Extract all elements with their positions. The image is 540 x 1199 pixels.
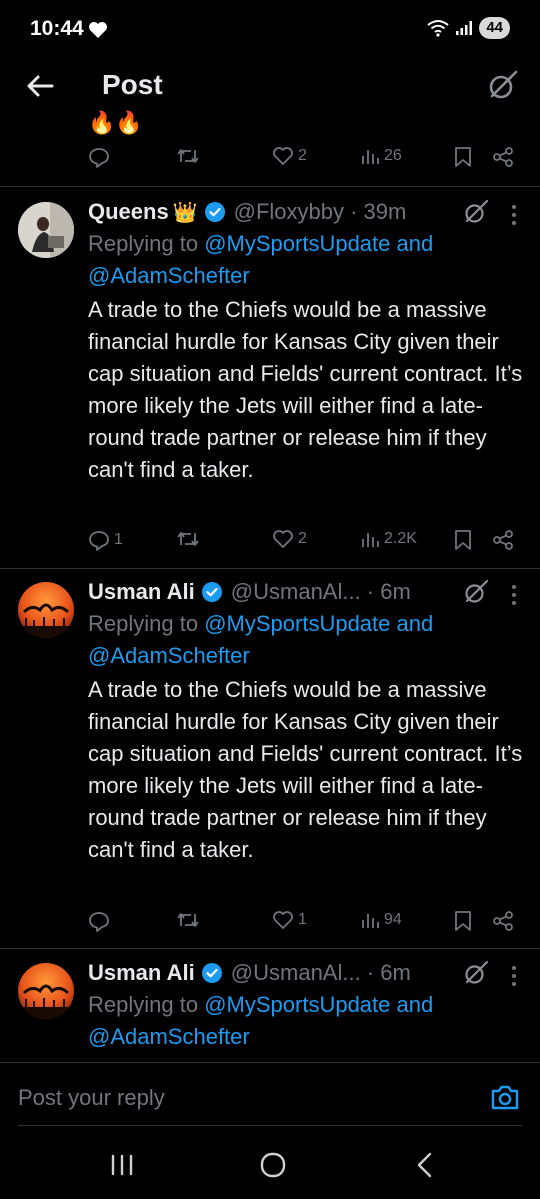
handle-and-time: @Floxybby · 39m — [233, 199, 407, 224]
previous-tweet-emoji: 🔥🔥 — [88, 110, 143, 135]
battery-indicator: 44 — [479, 17, 510, 39]
repost-button[interactable] — [176, 529, 204, 549]
divider — [0, 948, 540, 949]
avatar[interactable] — [18, 582, 74, 638]
back-arrow-icon[interactable] — [24, 70, 56, 102]
like-count: 2 — [298, 530, 307, 547]
reply-icon — [89, 148, 109, 168]
like-button[interactable]: 2 — [272, 529, 307, 549]
post-header: Post — [0, 60, 540, 122]
avatar[interactable] — [18, 202, 74, 258]
grok-icon[interactable] — [462, 198, 490, 226]
like-count: 2 — [298, 147, 307, 164]
divider — [0, 568, 540, 569]
avatar-photo — [18, 202, 74, 258]
signal-icon — [456, 21, 473, 35]
grok-icon[interactable] — [462, 578, 490, 606]
views-count: 26 — [384, 147, 402, 164]
like-icon — [273, 530, 293, 548]
views-icon — [362, 533, 379, 547]
repost-icon — [177, 532, 199, 546]
avatar[interactable] — [18, 963, 74, 1019]
reply-button[interactable] — [88, 146, 114, 168]
views-icon — [362, 150, 379, 164]
tweet-header: Usman Ali @UsmanAl... · 6m — [88, 576, 411, 608]
views-count: 2.2K — [384, 530, 417, 547]
share-icon[interactable] — [492, 529, 514, 551]
like-icon — [273, 147, 293, 165]
reply-input[interactable]: Post your reply — [18, 1085, 165, 1111]
page-title: Post — [102, 69, 163, 100]
like-button[interactable]: 2 — [272, 146, 307, 166]
views-button[interactable]: 94 — [360, 910, 402, 930]
like-button[interactable]: 1 — [272, 910, 307, 930]
reply-button[interactable]: 1 — [88, 529, 123, 551]
repost-icon — [177, 913, 199, 927]
verified-icon — [201, 963, 222, 983]
tweet-text: A trade to the Chiefs would be a massive… — [88, 297, 523, 482]
tweet-header: Queens 👑 @Floxybby · 39m — [88, 196, 406, 228]
replying-to: Replying to @MySportsUpdate and @AdamSch… — [88, 608, 508, 672]
camera-icon[interactable] — [490, 1083, 520, 1111]
reply-icon — [89, 912, 109, 932]
avatar-photo — [18, 582, 74, 638]
system-nav-bar — [0, 1126, 540, 1199]
reply-button[interactable] — [88, 910, 114, 932]
divider — [0, 186, 540, 187]
replying-prefix: Replying to — [88, 231, 199, 256]
bookmark-icon[interactable] — [454, 146, 472, 168]
handle-and-time: @UsmanAl... · 6m — [230, 960, 411, 985]
handle-and-time: @UsmanAl... · 6m — [230, 579, 411, 604]
reply-icon — [89, 531, 109, 551]
wifi-icon — [427, 20, 449, 37]
crown-emoji: 👑 — [172, 201, 198, 224]
bookmark-icon[interactable] — [454, 910, 472, 932]
reply-count: 1 — [114, 531, 123, 548]
status-bar: 10:44 44 — [0, 0, 540, 60]
home-icon[interactable] — [260, 1152, 286, 1178]
views-count: 94 — [384, 911, 402, 928]
more-icon[interactable] — [510, 965, 518, 987]
replying-to: Replying to @MySportsUpdate and @AdamSch… — [88, 989, 508, 1053]
views-button[interactable]: 2.2K — [360, 529, 417, 549]
views-icon — [362, 914, 379, 928]
grok-icon[interactable] — [462, 959, 490, 987]
share-icon[interactable] — [492, 146, 514, 168]
share-icon[interactable] — [492, 910, 514, 932]
more-icon[interactable] — [510, 584, 518, 606]
action-bar: 1 2 2.2K — [0, 529, 540, 559]
tweet-header: Usman Ali @UsmanAl... · 6m — [88, 957, 411, 989]
heart-icon — [89, 22, 107, 38]
replying-to: Replying to @MySportsUpdate and @AdamSch… — [88, 228, 508, 292]
tweet-text: A trade to the Chiefs would be a massive… — [88, 677, 523, 862]
like-count: 1 — [298, 911, 307, 928]
verified-icon — [201, 582, 222, 602]
display-name[interactable]: Usman Ali — [88, 579, 195, 605]
grok-icon[interactable] — [486, 68, 520, 102]
action-bar: 2 26 — [0, 146, 540, 176]
status-indicators: 44 — [427, 17, 510, 39]
repost-button[interactable] — [176, 910, 204, 930]
views-button[interactable]: 26 — [360, 146, 402, 166]
avatar-photo — [18, 963, 74, 1019]
more-icon[interactable] — [510, 204, 518, 226]
replying-prefix: Replying to — [88, 611, 199, 636]
status-time: 10:44 — [30, 17, 84, 40]
display-name[interactable]: Queens — [88, 199, 169, 225]
bookmark-icon[interactable] — [454, 529, 472, 551]
system-back-icon[interactable] — [414, 1152, 434, 1178]
reply-composer: Post your reply — [0, 1062, 540, 1126]
repost-button[interactable] — [176, 146, 204, 166]
recents-icon[interactable] — [110, 1154, 134, 1176]
verified-icon — [204, 202, 225, 222]
repost-icon — [177, 149, 199, 163]
like-icon — [273, 911, 293, 929]
display-name[interactable]: Usman Ali — [88, 960, 195, 986]
replying-prefix: Replying to — [88, 992, 199, 1017]
action-bar: 1 94 — [0, 910, 540, 940]
